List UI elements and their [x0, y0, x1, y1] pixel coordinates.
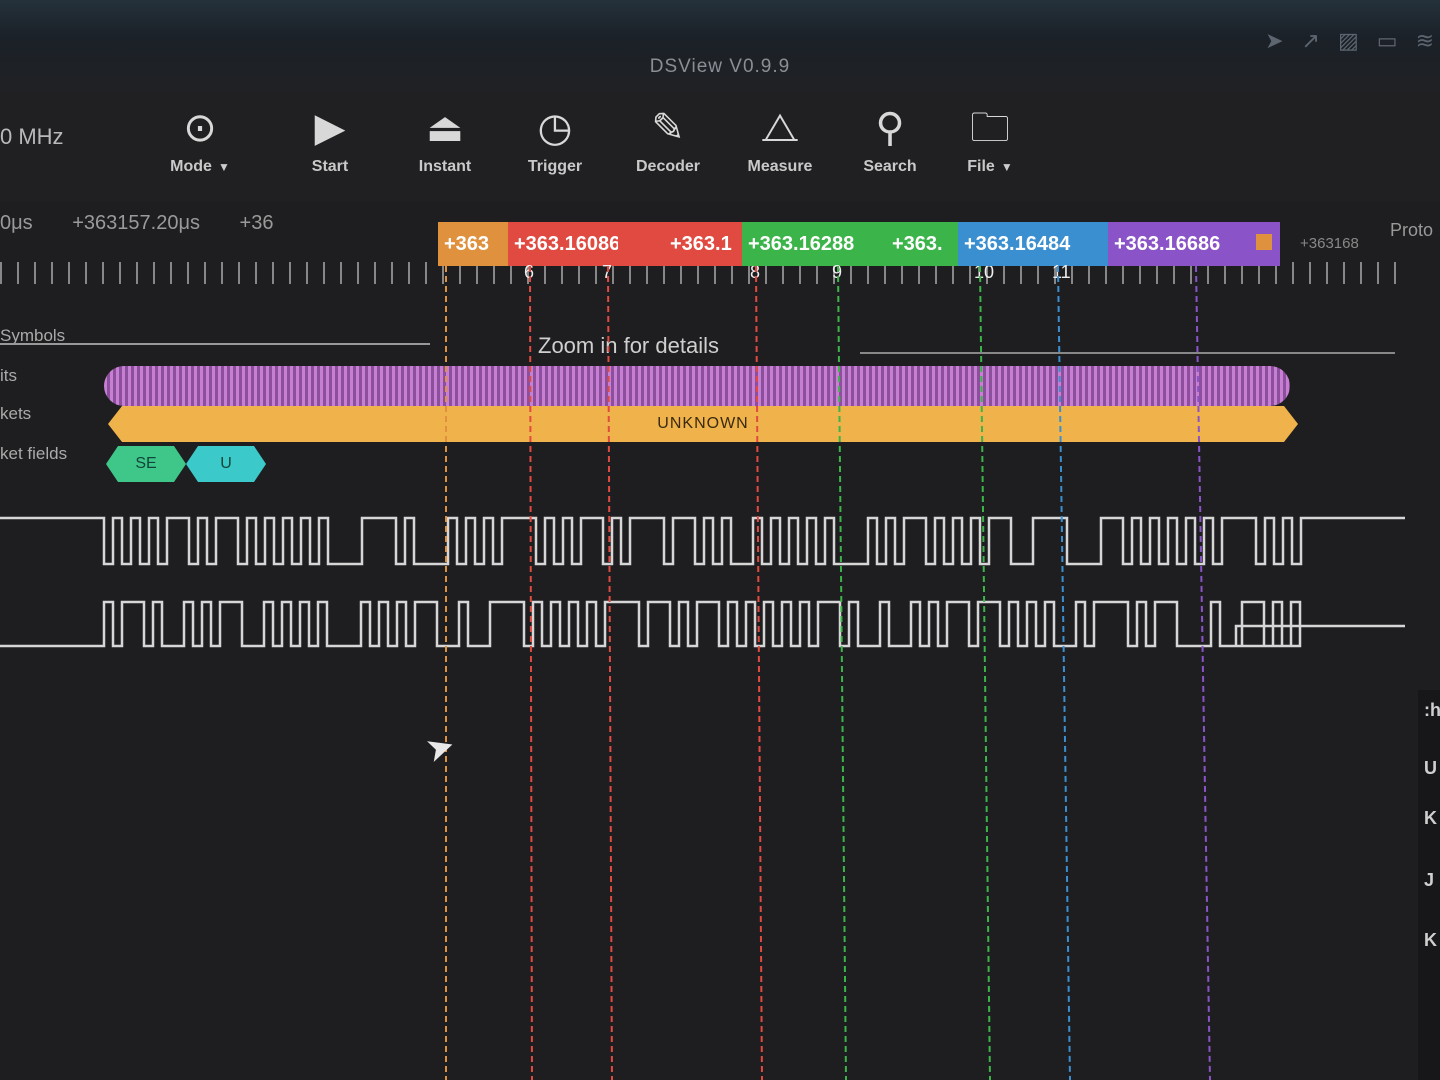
cursor-time-label[interactable]: +363.16686: [1108, 222, 1280, 266]
file-button-label: File ▼: [967, 158, 1013, 175]
system-tray: ➤ ↗ ▨ ▭ ≋: [1265, 28, 1434, 54]
measure-icon: ⧍: [761, 106, 799, 150]
zoom-hint: Zoom in for details: [538, 333, 719, 358]
side-panel-item[interactable]: :hi: [1424, 700, 1440, 721]
chevron-down-icon[interactable]: ▼: [1001, 160, 1013, 174]
share-icon[interactable]: ↗: [1302, 28, 1320, 54]
cursor-time-label[interactable]: +363.16288: [742, 222, 892, 266]
packet-label: UNKNOWN: [657, 415, 749, 432]
packet-annotation[interactable]: UNKNOWN: [108, 406, 1298, 442]
mode-button-label: Mode ▼: [170, 158, 230, 175]
row-label-packets: kets: [0, 404, 32, 423]
field-annotation[interactable]: SE: [106, 446, 186, 482]
trigger-icon: ◷: [537, 106, 573, 150]
cursor-number[interactable]: 7: [602, 262, 612, 283]
file-icon: 🗀: [970, 106, 1010, 150]
sample-rate-label[interactable]: 0 MHz: [0, 124, 64, 150]
side-panel-item[interactable]: U: [1424, 758, 1437, 779]
bits-annotation-bar[interactable]: [104, 366, 1290, 406]
cursor-time-label[interactable]: +363.: [886, 222, 964, 266]
start-button[interactable]: ▶ Start: [280, 100, 380, 176]
window-title: DSView V0.9.9: [649, 56, 791, 77]
side-panel-item[interactable]: K: [1424, 930, 1437, 951]
cursor-time-label[interactable]: +363.16484: [958, 222, 1114, 266]
side-panel-item[interactable]: K: [1424, 808, 1437, 829]
send-icon[interactable]: ➤: [1265, 28, 1283, 54]
close-icon[interactable]: [1256, 234, 1272, 250]
decoder-button[interactable]: ✎ Decoder: [618, 100, 718, 176]
mode-button[interactable]: ⊙ Mode ▼: [150, 100, 250, 176]
cursor-time-label[interactable]: +363.16086: [508, 222, 624, 266]
wifi-icon[interactable]: ≋: [1416, 28, 1434, 54]
title-bar: [0, 0, 1440, 92]
instant-button[interactable]: ⏏ Instant: [395, 100, 495, 176]
waveform-area[interactable]: [0, 500, 1440, 660]
decoder-button-label: Decoder: [635, 158, 701, 175]
mode-icon: ⊙: [183, 106, 217, 150]
protocol-panel-label[interactable]: Proto: [1390, 220, 1433, 241]
field-annotation[interactable]: U: [186, 446, 266, 482]
search-icon: ⚲: [875, 106, 905, 150]
symbols-row-line: [0, 343, 430, 345]
ruler-left-label: 0μs +363157.20μs +36: [0, 212, 274, 234]
channel-1-waveform: [0, 600, 1405, 648]
cursor-number[interactable]: 6: [524, 262, 534, 283]
file-button[interactable]: 🗀 File ▼: [940, 100, 1040, 176]
symbols-row-line-right: [860, 352, 1395, 354]
side-panel-item[interactable]: J: [1424, 870, 1434, 891]
start-button-label: Start: [311, 158, 349, 175]
instant-button-label: Instant: [418, 158, 472, 175]
row-label-bits: its: [0, 366, 17, 385]
row-label-fields: ket fields: [0, 444, 68, 463]
cursor-time-label[interactable]: +363.1: [664, 222, 748, 266]
instant-icon: ⏏: [426, 106, 464, 150]
decoder-icon: ✎: [651, 106, 685, 150]
trigger-button[interactable]: ◷ Trigger: [505, 100, 605, 176]
search-button[interactable]: ⚲ Search: [840, 100, 940, 176]
cursor-time-label[interactable]: +363: [438, 222, 514, 266]
measure-button[interactable]: ⧍ Measure: [730, 100, 830, 176]
cursor-number[interactable]: 11: [1052, 262, 1071, 283]
search-button-label: Search: [863, 158, 917, 175]
trigger-button-label: Trigger: [527, 158, 583, 175]
pen-icon[interactable]: ▨: [1338, 28, 1359, 54]
ruler-right-label: +363168: [1300, 235, 1359, 252]
channel-0-waveform: [0, 516, 1405, 566]
screen-icon[interactable]: ▭: [1377, 28, 1398, 54]
play-icon: ▶: [314, 106, 346, 150]
measure-button-label: Measure: [747, 158, 813, 175]
chevron-down-icon[interactable]: ▼: [218, 160, 230, 174]
cursor-time-label[interactable]: [618, 222, 670, 266]
mouse-pointer-icon: ➤: [420, 725, 460, 771]
cursor-number[interactable]: 9: [832, 262, 842, 283]
